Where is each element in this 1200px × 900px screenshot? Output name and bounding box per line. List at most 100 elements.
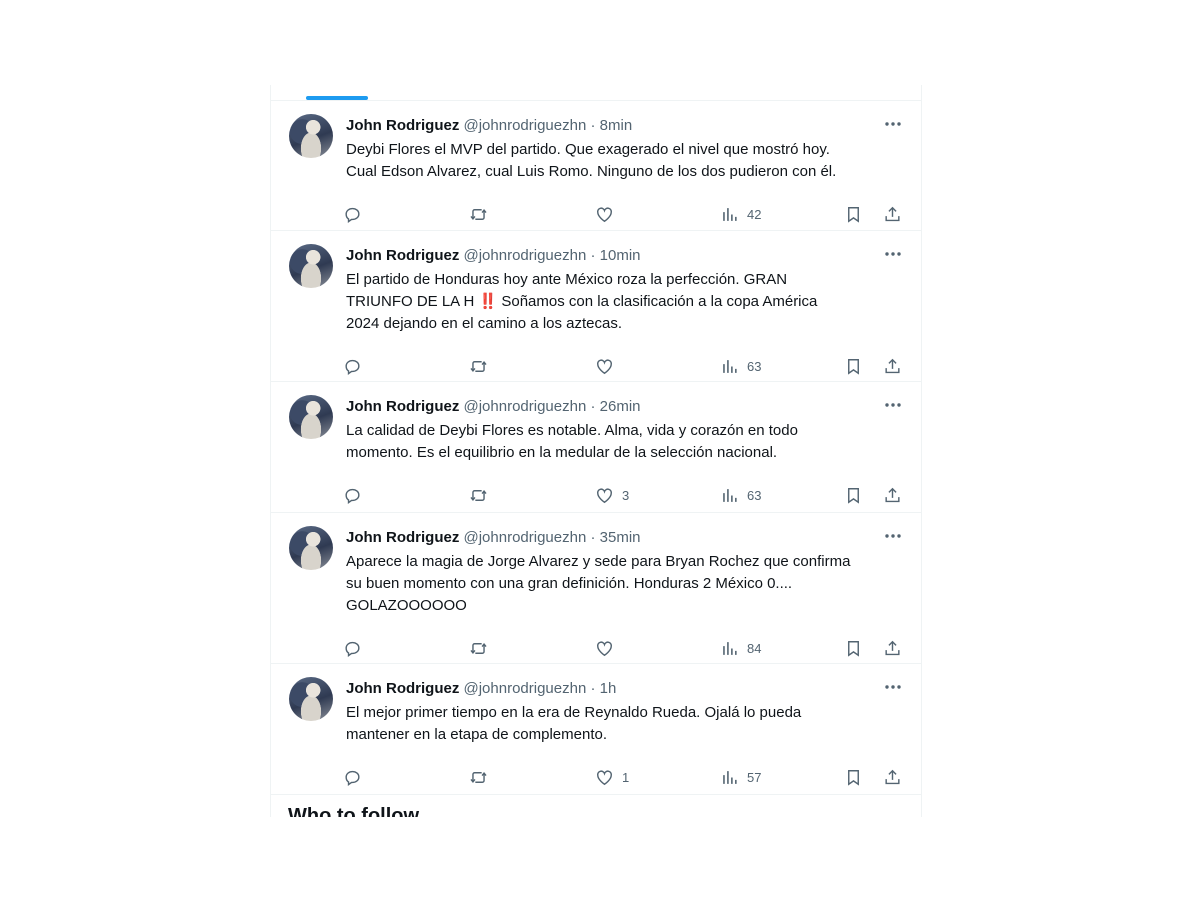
reply-button[interactable] (343, 356, 362, 376)
bookmark-button[interactable] (844, 638, 863, 658)
bookmark-icon (844, 357, 863, 376)
views-button[interactable]: 63 (720, 356, 761, 376)
avatar[interactable] (289, 395, 333, 439)
retweet-button[interactable] (469, 204, 488, 224)
reply-button[interactable] (343, 204, 362, 224)
tweet-text: Deybi Flores el MVP del partido. Que exa… (346, 139, 901, 183)
share-button[interactable] (883, 767, 902, 787)
bookmark-button[interactable] (844, 767, 863, 787)
avatar[interactable] (289, 677, 333, 721)
share-icon (883, 357, 902, 376)
heart-icon (595, 486, 614, 505)
more-icon[interactable] (883, 526, 903, 546)
tweet[interactable]: John Rodriguez @johnrodriguezhn · 10min … (271, 231, 921, 382)
timestamp[interactable]: 10min (600, 247, 641, 264)
more-icon[interactable] (883, 395, 903, 415)
bookmark-icon (844, 768, 863, 787)
heart-icon (595, 357, 614, 376)
tweet-text-line: TRIUNFO DE LA H ‼️ Soñamos con la clasif… (346, 293, 818, 310)
tweet-actions: 1 57 (343, 767, 903, 787)
tweet[interactable]: John Rodriguez @johnrodriguezhn · 35min … (271, 513, 921, 664)
like-button[interactable]: 3 (595, 485, 629, 505)
share-icon (883, 205, 902, 224)
author-handle[interactable]: @johnrodriguezhn (464, 398, 587, 415)
reply-icon (343, 357, 362, 376)
separator-dot: · (590, 117, 596, 134)
tweet-header: John Rodriguez @johnrodriguezhn · 26min (346, 397, 641, 417)
author-name[interactable]: John Rodriguez (346, 529, 459, 546)
share-button[interactable] (883, 356, 902, 376)
reply-button[interactable] (343, 638, 362, 658)
timestamp[interactable]: 8min (600, 117, 633, 134)
avatar[interactable] (289, 526, 333, 570)
tweet-header: John Rodriguez @johnrodriguezhn · 1h (346, 679, 616, 699)
timestamp[interactable]: 26min (600, 398, 641, 415)
like-button[interactable] (595, 356, 622, 376)
reply-icon (343, 639, 362, 658)
more-icon[interactable] (883, 244, 903, 264)
author-handle[interactable]: @johnrodriguezhn (464, 680, 587, 697)
avatar[interactable] (289, 114, 333, 158)
more-icon[interactable] (883, 114, 903, 134)
tweet-header: John Rodriguez @johnrodriguezhn · 35min (346, 528, 641, 548)
timeline: John Rodriguez @johnrodriguezhn · 8min D… (270, 85, 922, 817)
views-button[interactable]: 57 (720, 767, 761, 787)
tweet-text: Aparece la magia de Jorge Alvarez y sede… (346, 551, 901, 617)
share-button[interactable] (883, 204, 902, 224)
author-name[interactable]: John Rodriguez (346, 247, 459, 264)
reply-button[interactable] (343, 485, 362, 505)
share-button[interactable] (883, 485, 902, 505)
retweet-icon (469, 486, 488, 505)
author-handle[interactable]: @johnrodriguezhn (464, 117, 587, 134)
views-button[interactable]: 63 (720, 485, 761, 505)
tweet[interactable]: John Rodriguez @johnrodriguezhn · 8min D… (271, 101, 921, 231)
more-icon[interactable] (883, 677, 903, 697)
like-button[interactable] (595, 204, 622, 224)
tweet-header: John Rodriguez @johnrodriguezhn · 8min (346, 116, 632, 136)
heart-icon (595, 639, 614, 658)
tweet[interactable]: John Rodriguez @johnrodriguezhn · 26min … (271, 382, 921, 513)
tweet-text-line: 2024 dejando en el camino a los aztecas. (346, 315, 623, 332)
tweet-text-line: momento. Es el equilibrio en la medular … (346, 444, 778, 461)
retweet-button[interactable] (469, 485, 488, 505)
timestamp[interactable]: 1h (600, 680, 617, 697)
view-count: 63 (747, 487, 762, 503)
share-icon (883, 486, 902, 505)
author-name[interactable]: John Rodriguez (346, 117, 459, 134)
retweet-button[interactable] (469, 356, 488, 376)
like-button[interactable] (595, 638, 622, 658)
author-handle[interactable]: @johnrodriguezhn (464, 247, 587, 264)
author-name[interactable]: John Rodriguez (346, 398, 459, 415)
tweet-text-line: Aparece la magia de Jorge Alvarez y sede… (346, 553, 851, 570)
views-button[interactable]: 42 (720, 204, 761, 224)
retweet-icon (469, 639, 488, 658)
avatar[interactable] (289, 244, 333, 288)
tweet[interactable]: John Rodriguez @johnrodriguezhn · 1h El … (271, 664, 921, 795)
reply-icon (343, 205, 362, 224)
timestamp[interactable]: 35min (600, 529, 641, 546)
reply-icon (343, 486, 362, 505)
tweet-actions: 42 (343, 204, 903, 224)
retweet-button[interactable] (469, 638, 488, 658)
tweet-text-line: La calidad de Deybi Flores es notable. A… (346, 422, 798, 439)
retweet-icon (469, 357, 488, 376)
heart-icon (595, 768, 614, 787)
view-count: 84 (747, 640, 762, 656)
like-button[interactable]: 1 (595, 767, 629, 787)
tweet-text: El partido de Honduras hoy ante México r… (346, 269, 901, 335)
bookmark-icon (844, 639, 863, 658)
tweet-actions: 84 (343, 638, 903, 658)
author-name[interactable]: John Rodriguez (346, 680, 459, 697)
share-button[interactable] (883, 638, 902, 658)
bookmark-button[interactable] (844, 485, 863, 505)
bookmark-button[interactable] (844, 204, 863, 224)
like-count: 1 (622, 769, 630, 785)
tweet-text-line: GOLAZOOOOOO (346, 597, 467, 614)
tweet-text-line: su buen momento con una gran definición.… (346, 575, 793, 592)
reply-button[interactable] (343, 767, 362, 787)
author-handle[interactable]: @johnrodriguezhn (464, 529, 587, 546)
views-button[interactable]: 84 (720, 638, 761, 658)
bookmark-button[interactable] (844, 356, 863, 376)
who-to-follow-heading: Who to follow (288, 805, 420, 817)
retweet-button[interactable] (469, 767, 488, 787)
